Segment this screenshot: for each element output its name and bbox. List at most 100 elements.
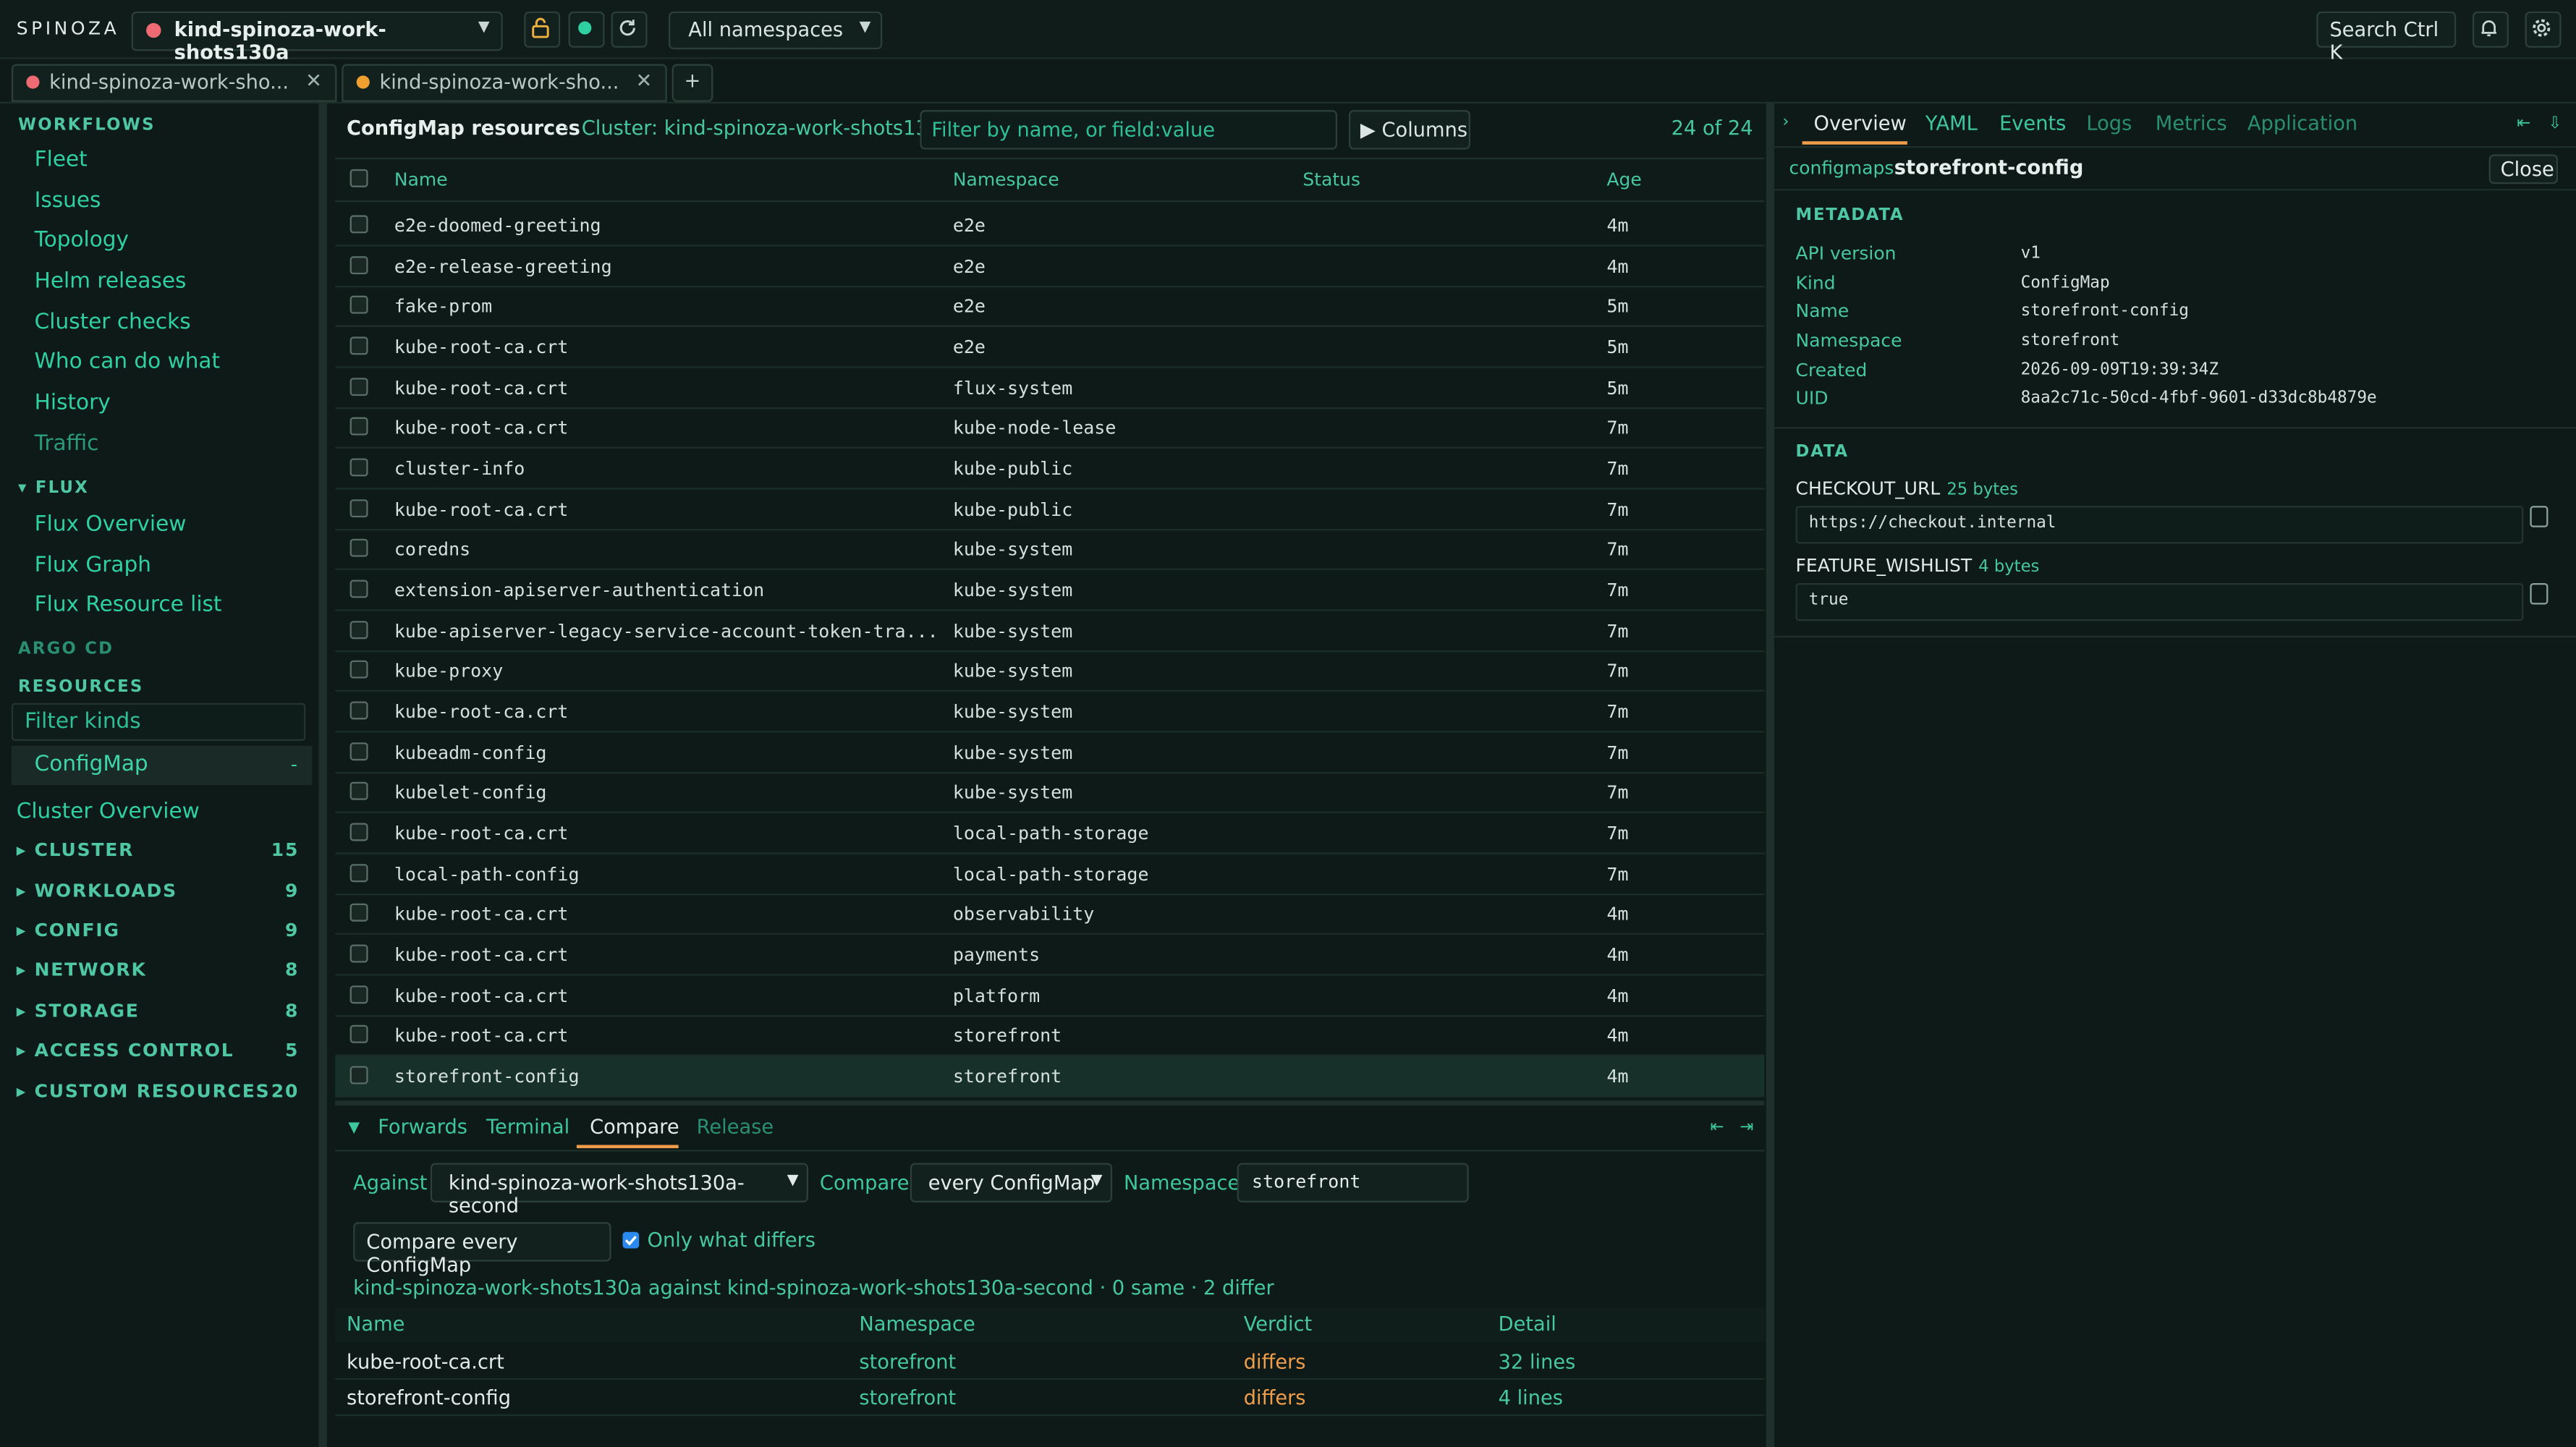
table-row[interactable]: coredns kube-system 7m: [335, 529, 1765, 570]
filter-kinds-input[interactable]: Filter kinds: [11, 703, 306, 741]
notifications-button[interactable]: [2472, 11, 2509, 48]
tab-events[interactable]: Events: [1999, 111, 2066, 135]
panel-resize-handle[interactable]: [335, 1100, 1765, 1106]
sidebar-group-storage[interactable]: ▸ STORAGE 8: [17, 1001, 300, 1022]
dock-left-icon[interactable]: ⇤: [1710, 1119, 1724, 1137]
row-checkbox[interactable]: [349, 1066, 368, 1085]
compare-cell-detail[interactable]: 4 lines: [1499, 1386, 1563, 1409]
row-checkbox[interactable]: [349, 538, 368, 557]
sidebar-section-flux[interactable]: ▾ FLUX: [18, 480, 89, 498]
table-row[interactable]: kube-root-ca.crt flux-system 5m: [335, 368, 1765, 410]
row-checkbox[interactable]: [349, 985, 368, 1004]
sidebar-item-flux-overview[interactable]: Flux Overview: [35, 512, 187, 537]
close-detail-button[interactable]: Close: [2488, 154, 2559, 184]
sidebar-item-cluster-overview[interactable]: Cluster Overview: [17, 800, 200, 825]
table-row[interactable]: e2e-doomed-greeting e2e 4m: [335, 205, 1765, 247]
detail-resize-handle[interactable]: [1766, 103, 1775, 1447]
table-row[interactable]: cluster-info kube-public 7m: [335, 449, 1765, 490]
row-checkbox[interactable]: [349, 417, 368, 436]
connection-status-button[interactable]: [568, 11, 605, 48]
table-row[interactable]: kube-root-ca.crt storefront 4m: [335, 1015, 1765, 1056]
copy-icon[interactable]: [2530, 582, 2549, 605]
namespace-select[interactable]: All namespaces ▼: [669, 11, 883, 50]
close-icon[interactable]: ✕: [305, 69, 322, 92]
table-row[interactable]: fake-prom e2e 5m: [335, 286, 1765, 327]
data-value-field[interactable]: true: [1795, 582, 2524, 621]
sidebar-group-network[interactable]: ▸ NETWORK 8: [17, 959, 300, 981]
select-all-checkbox[interactable]: [349, 169, 368, 187]
namespace-field[interactable]: storefront: [1237, 1163, 1469, 1202]
compare-cell-detail[interactable]: 32 lines: [1499, 1350, 1576, 1373]
refresh-button[interactable]: [611, 11, 648, 48]
sidebar-group-access-control[interactable]: ▸ ACCESS CONTROL 5: [17, 1040, 300, 1061]
tab-release[interactable]: Release: [697, 1116, 774, 1139]
compare-select[interactable]: every ConfigMap ▼: [910, 1163, 1113, 1202]
sidebar-item-flux-resource-list[interactable]: Flux Resource list: [35, 593, 222, 618]
cluster-tab-2[interactable]: kind-spinoza-work-sho... ✕: [342, 64, 667, 102]
tab-yaml[interactable]: YAML: [1925, 111, 1978, 135]
row-checkbox[interactable]: [349, 1024, 368, 1043]
row-checkbox[interactable]: [349, 621, 368, 640]
context-switcher[interactable]: kind-spinoza-work-shots130a ▼: [131, 11, 503, 64]
settings-button[interactable]: [2525, 11, 2562, 48]
sidebar-item-topology[interactable]: Topology: [35, 229, 129, 253]
compare-every-configmap-button[interactable]: Compare every ConfigMap: [353, 1222, 611, 1276]
cluster-tab-1[interactable]: kind-spinoza-work-sho... ✕: [11, 64, 337, 102]
sidebar-item-cluster-checks[interactable]: Cluster checks: [35, 310, 191, 335]
table-row[interactable]: kube-root-ca.crt observability 4m: [335, 894, 1765, 935]
row-checkbox[interactable]: [349, 499, 368, 518]
sidebar-item-who-can-do-what[interactable]: Who can do what: [35, 350, 220, 375]
lock-button[interactable]: [524, 11, 561, 48]
row-checkbox[interactable]: [349, 781, 368, 800]
sidebar-item-traffic[interactable]: Traffic: [35, 432, 99, 457]
sidebar-item-issues[interactable]: Issues: [35, 189, 101, 213]
column-header-namespace[interactable]: Namespace: [953, 169, 1059, 191]
table-row[interactable]: kubelet-config kube-system 7m: [335, 772, 1765, 813]
tab-logs[interactable]: Logs: [2086, 111, 2132, 135]
table-row[interactable]: extension-apiserver-authentication kube-s…: [335, 570, 1765, 611]
search-button[interactable]: Search Ctrl K: [2316, 11, 2457, 64]
row-checkbox[interactable]: [349, 742, 368, 761]
columns-button[interactable]: ▶ Columns: [1349, 110, 1471, 150]
sidebar-section-argo[interactable]: ARGO CD: [18, 640, 114, 658]
table-row[interactable]: kube-root-ca.crt local-path-storage 7m: [335, 813, 1765, 854]
row-checkbox[interactable]: [349, 295, 368, 314]
copy-icon[interactable]: [2530, 506, 2549, 527]
tab-metrics[interactable]: Metrics: [2156, 111, 2227, 135]
tab-forwards[interactable]: Forwards: [378, 1116, 467, 1139]
table-row[interactable]: kube-proxy kube-system 7m: [335, 650, 1765, 692]
table-row[interactable]: e2e-release-greeting e2e 4m: [335, 247, 1765, 288]
sidebar-resize-handle[interactable]: [318, 103, 327, 1447]
only-differs-checkbox[interactable]: [622, 1231, 640, 1249]
row-checkbox[interactable]: [349, 944, 368, 963]
row-checkbox[interactable]: [349, 256, 368, 275]
sidebar-item-flux-graph[interactable]: Flux Graph: [35, 553, 151, 578]
sidebar-item-configmap[interactable]: ConfigMap -: [11, 745, 313, 786]
row-checkbox[interactable]: [349, 903, 368, 922]
row-checkbox[interactable]: [349, 458, 368, 477]
row-checkbox[interactable]: [349, 336, 368, 355]
compare-row[interactable]: storefront-config storefront differs 4 l…: [335, 1380, 1765, 1417]
table-row[interactable]: local-path-config local-path-storage 7m: [335, 854, 1765, 896]
sidebar-group-cluster[interactable]: ▸ CLUSTER 15: [17, 839, 300, 861]
sidebar-item-helm-releases[interactable]: Helm releases: [35, 269, 187, 294]
table-row[interactable]: kube-root-ca.crt platform 4m: [335, 976, 1765, 1017]
tab-overview[interactable]: Overview: [1814, 111, 1907, 135]
row-checkbox[interactable]: [349, 823, 368, 841]
sidebar-group-custom-resources[interactable]: ▸ CUSTOM RESOURCES 20: [17, 1081, 300, 1103]
collapse-panel-icon[interactable]: ▼: [348, 1120, 360, 1137]
sidebar-group-config[interactable]: ▸ CONFIG 9: [17, 920, 300, 941]
row-checkbox[interactable]: [349, 660, 368, 679]
table-row[interactable]: kube-apiserver-legacy-service-account-to…: [335, 611, 1765, 653]
data-value-field[interactable]: https://checkout.internal: [1795, 506, 2524, 544]
column-header-name[interactable]: Name: [394, 169, 448, 191]
table-row[interactable]: kube-root-ca.crt e2e 5m: [335, 327, 1765, 368]
resource-filter-input[interactable]: Filter by name, or field:value: [920, 110, 1338, 150]
column-header-status[interactable]: Status: [1302, 169, 1360, 191]
dock-left-icon[interactable]: ⇤: [2517, 115, 2530, 133]
row-checkbox[interactable]: [349, 215, 368, 234]
table-row[interactable]: kube-root-ca.crt payments 4m: [335, 935, 1765, 976]
tab-terminal[interactable]: Terminal: [486, 1116, 569, 1139]
sidebar-item-history[interactable]: History: [35, 391, 111, 415]
compare-row[interactable]: kube-root-ca.crt storefront differs 32 l…: [335, 1344, 1765, 1380]
